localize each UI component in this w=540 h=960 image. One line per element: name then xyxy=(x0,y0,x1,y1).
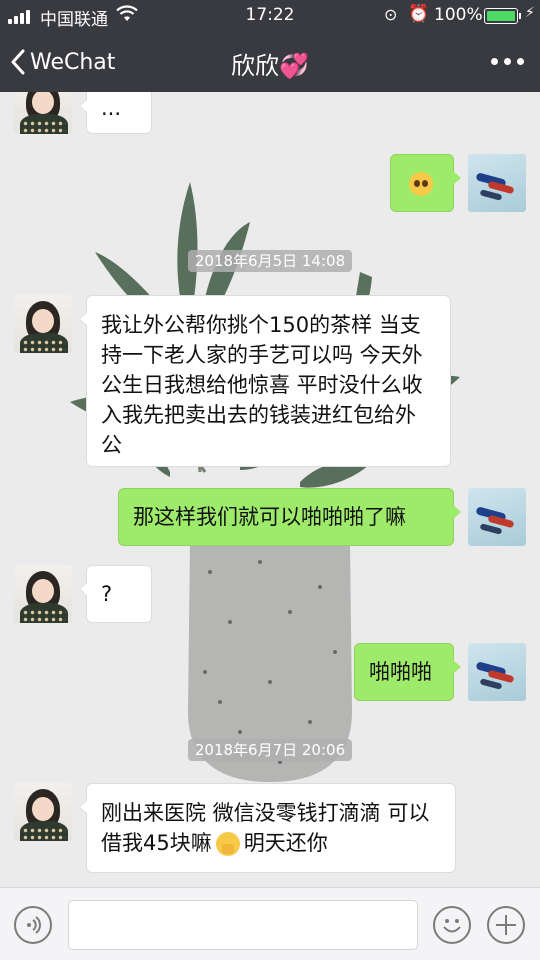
pray-emoji xyxy=(215,832,240,856)
incoming-message[interactable]: ? xyxy=(79,565,152,623)
contact-avatar[interactable] xyxy=(14,565,72,623)
self-avatar[interactable] xyxy=(468,643,526,701)
incoming-message[interactable]: 刚出来医院 微信没零钱打滴滴 可以借我45块嘛 明天还你 xyxy=(79,783,456,873)
incoming-message[interactable]: ... xyxy=(79,92,152,134)
plus-icon xyxy=(496,915,516,935)
smiley-icon xyxy=(443,919,461,933)
outgoing-message[interactable]: 那这样我们就可以啪啪啪了嘛 xyxy=(118,488,461,546)
chat-area[interactable]: ... 2018年6月5日 14:08 我让外公帮你挑个150的茶样 当支持一下… xyxy=(0,92,540,887)
timestamp: 2018年6月7日 20:06 xyxy=(0,739,540,761)
outgoing-message[interactable]: 啪啪啪 xyxy=(354,643,461,701)
message-text: 明天还你 xyxy=(243,831,328,855)
message-input[interactable] xyxy=(68,900,418,950)
emoji-button[interactable] xyxy=(433,906,471,944)
rotation-lock-icon: ⊙ xyxy=(384,5,398,24)
contact-avatar[interactable] xyxy=(14,295,72,353)
outgoing-message[interactable] xyxy=(390,154,461,212)
voice-icon xyxy=(27,916,41,934)
battery-icon xyxy=(484,8,518,24)
more-options-icon[interactable] xyxy=(491,58,524,65)
self-avatar[interactable] xyxy=(468,154,526,212)
chat-title: 欣欣💞 xyxy=(231,52,309,80)
voice-input-button[interactable] xyxy=(14,906,52,944)
input-bar xyxy=(0,887,540,960)
nav-bar: WeChat 欣欣💞 xyxy=(0,32,540,92)
more-functions-button[interactable] xyxy=(487,906,525,944)
pleading-face-emoji xyxy=(409,172,433,196)
battery-percent: 100% xyxy=(434,5,483,25)
status-bar: 中国联通 17:22 ⊙ ⏰ 100% ⚡ xyxy=(0,0,540,32)
battery-tip xyxy=(519,13,521,19)
timestamp: 2018年6月5日 14:08 xyxy=(0,250,540,272)
contact-avatar[interactable] xyxy=(14,783,72,841)
self-avatar[interactable] xyxy=(468,488,526,546)
contact-avatar[interactable] xyxy=(14,92,72,134)
incoming-message[interactable]: 我让外公帮你挑个150的茶样 当支持一下老人家的手艺可以吗 今天外公生日我想给他… xyxy=(79,295,451,467)
charging-icon: ⚡ xyxy=(525,5,535,21)
alarm-icon: ⏰ xyxy=(408,4,430,24)
